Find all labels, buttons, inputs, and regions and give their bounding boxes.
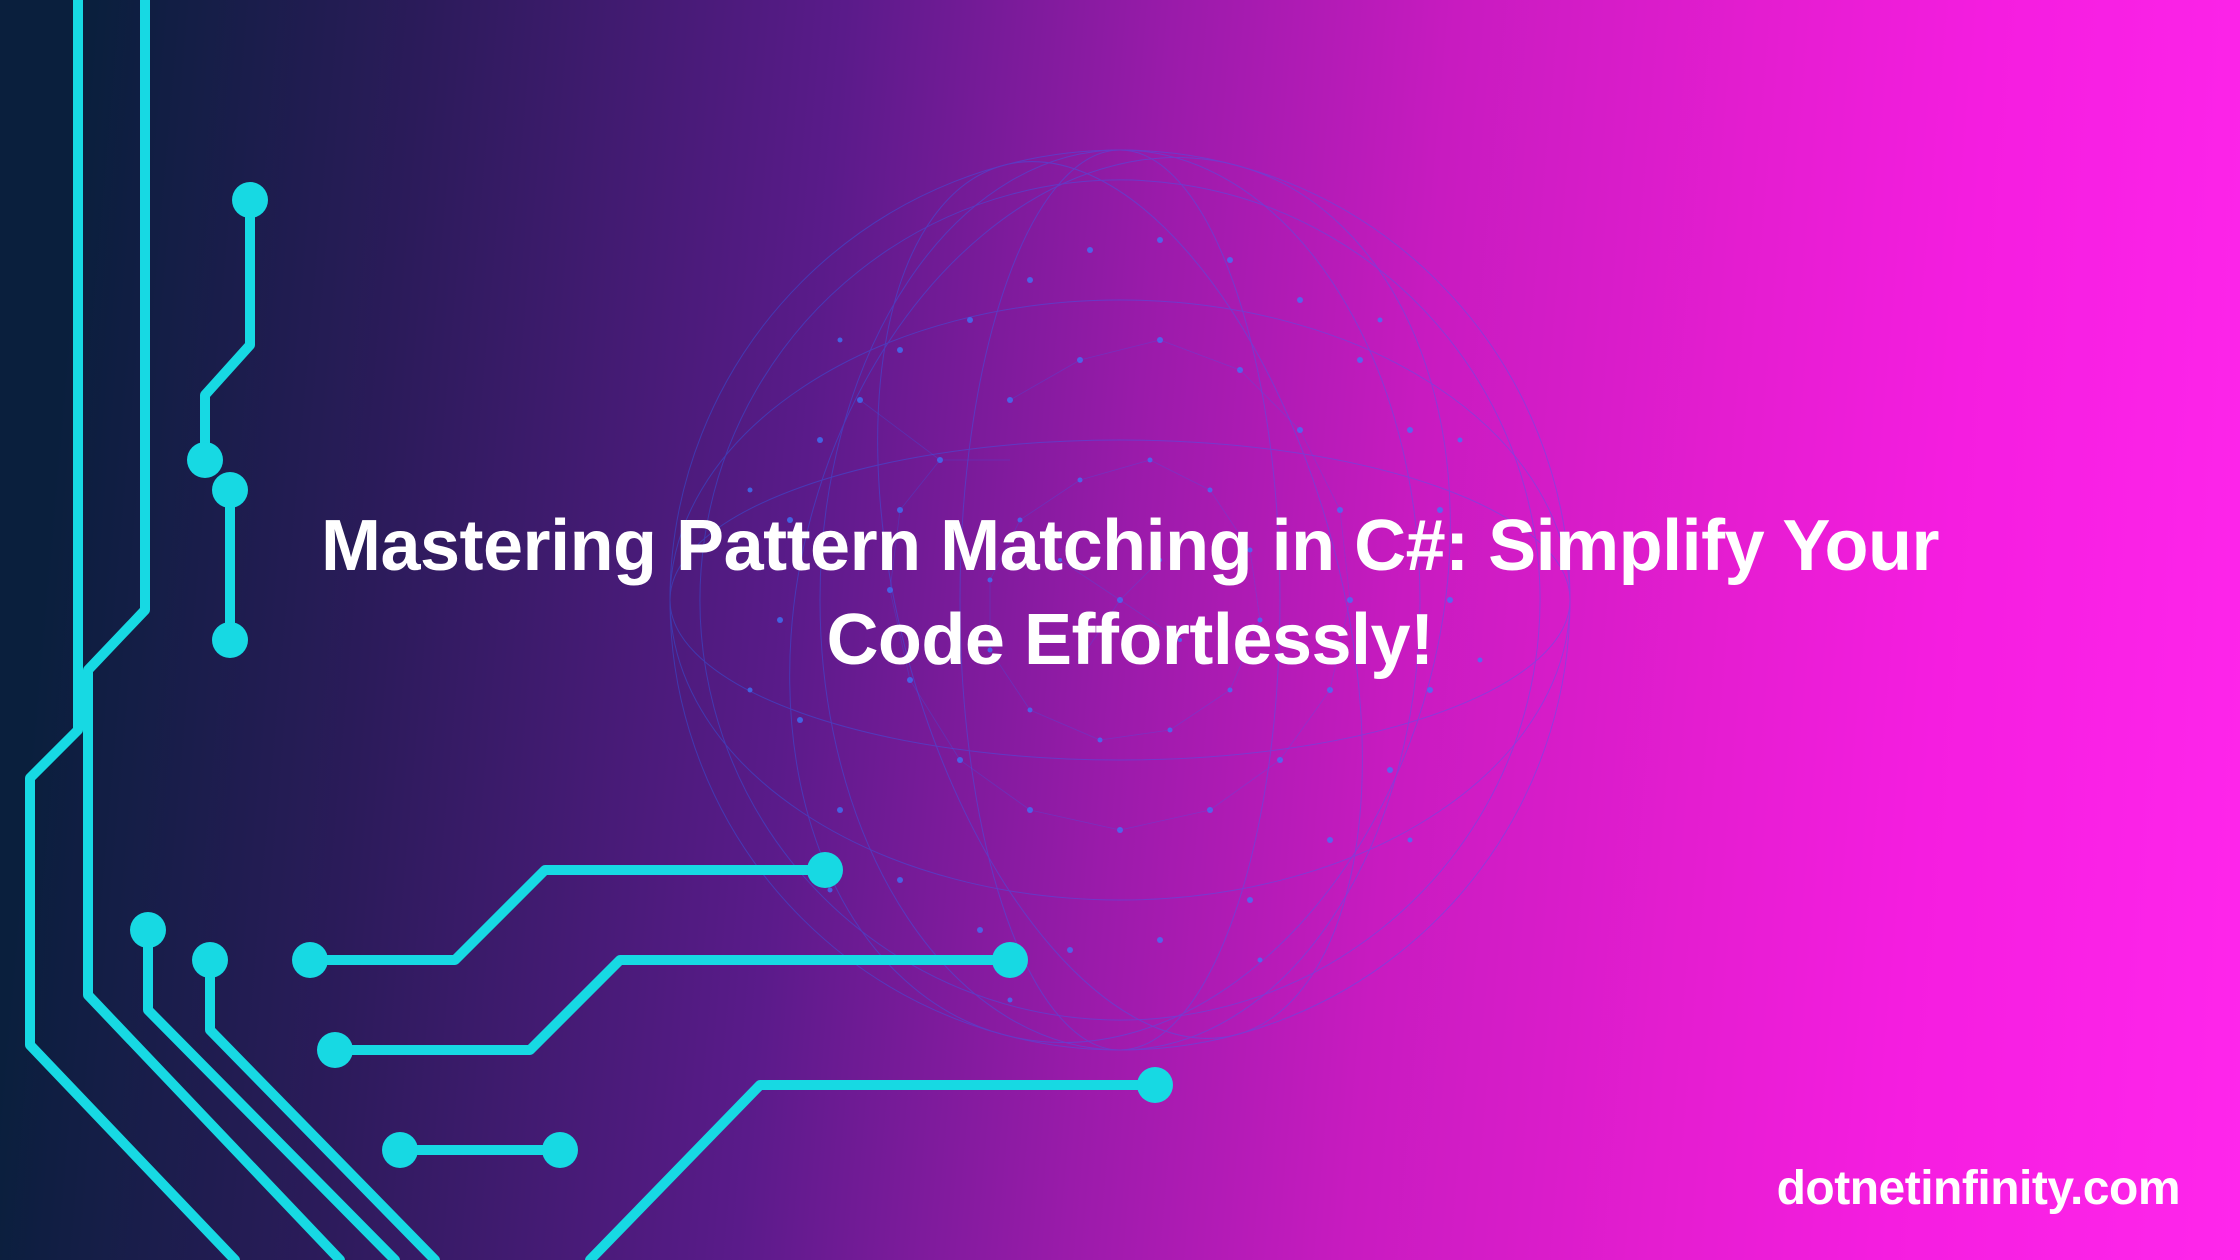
banner-title: Mastering Pattern Matching in C#: Simpli… bbox=[320, 500, 1940, 687]
banner-canvas: Mastering Pattern Matching in C#: Simpli… bbox=[0, 0, 2240, 1260]
site-name: dotnetinfinity.com bbox=[1777, 1161, 2180, 1216]
